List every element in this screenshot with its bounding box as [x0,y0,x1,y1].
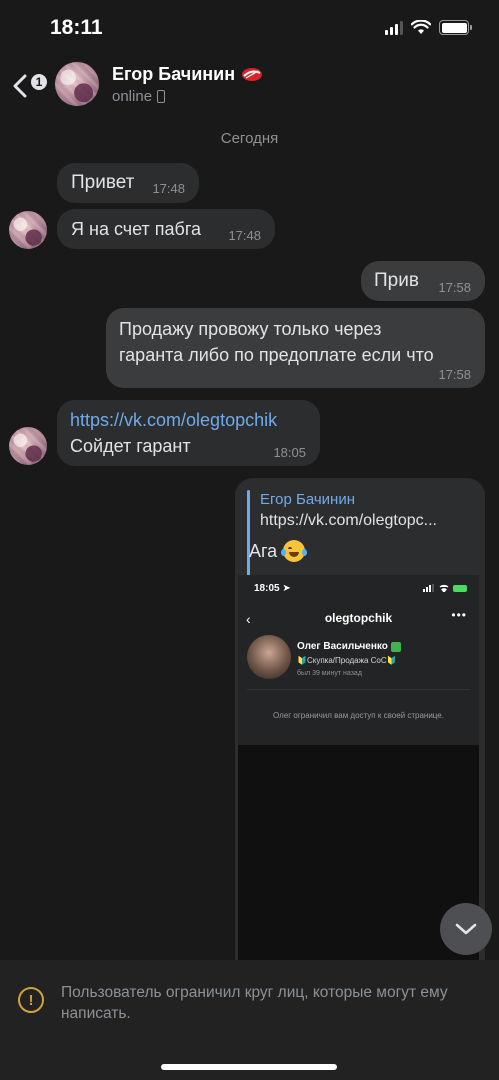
mobile-icon [157,90,166,103]
chevron-left-icon: ‹ [246,611,251,627]
message-text-line: Продажу провожу только через [119,319,382,339]
wifi-icon [411,20,431,34]
warning-icon: ! [18,987,44,1013]
message-text-row: Ага [249,540,308,562]
battery-icon [453,584,467,592]
online-status: online [112,88,166,105]
online-status-text: online [112,88,153,105]
more-icon: ••• [451,608,467,622]
avatar[interactable] [9,211,47,249]
back-button[interactable]: 1 [8,64,49,104]
home-indicator[interactable] [161,1064,337,1070]
avatar[interactable] [55,62,99,106]
signal-icon [423,584,434,592]
reply-quoted-text[interactable]: https://vk.com/olegtopc... [260,512,470,530]
check-icon [390,641,401,652]
avatar[interactable] [9,427,47,465]
laughing-tears-emoji-icon [281,540,308,562]
message-text: Ага [249,540,278,561]
screenshot-time: 18:05 ➤ [254,583,291,594]
message-text: Привет [71,172,135,193]
battery-icon [439,20,472,35]
message-link[interactable]: https://vk.com/olegtopchik [70,407,277,433]
message-bubble[interactable]: Продажу провожу только через гаранта либ… [106,308,485,388]
restriction-notice-bar: ! Пользователь ограничил круг лиц, котор… [0,960,499,1080]
scroll-down-button[interactable] [440,903,492,955]
wifi-icon [439,584,449,592]
message-text: Я на счет пабга [71,219,202,239]
message-bubble-with-photo[interactable]: Егор Бачинин https://vk.com/olegtopc... … [235,478,485,978]
screenshot-last-seen: был 39 минут назад [297,670,362,677]
message-time: 17:58 [438,280,471,295]
screenshot-profile-name: Олег Васильченко [297,641,401,652]
status-icons [385,20,472,35]
message-bubble[interactable]: Привет 17:48 [57,163,199,203]
screenshot-profile-area: 18:05 ➤ olegtopchik ‹ ••• Олег Васильчен… [238,575,479,745]
message-time: 17:48 [152,181,185,196]
screenshot-status-icons [423,584,467,592]
chevron-left-icon [13,74,27,98]
date-separator: Сегодня [220,130,279,147]
chat-header: 1 Егор Бачинин online [0,56,499,114]
chevron-down-icon [455,923,477,935]
reply-quoted-author[interactable]: Егор Бачинин [260,491,355,508]
club-badge-icon [241,67,263,82]
contact-name-text: Егор Бачинин [112,64,236,84]
divider [247,689,470,690]
contact-name[interactable]: Егор Бачинин [112,64,263,85]
message-time: 18:05 [273,445,306,460]
screenshot-restriction-note: Олег ограничил вам доступ к своей страни… [273,711,444,720]
screenshot-empty-area [238,745,479,978]
restriction-notice-text: Пользователь ограничил круг лиц, которые… [61,984,448,1022]
message-bubble[interactable]: https://vk.com/olegtopchik Сойдет гарант… [57,400,320,466]
unread-badge: 1 [29,72,49,92]
message-text: Прив [374,270,419,291]
screenshot-avatar [247,635,291,679]
message-bubble[interactable]: Я на счет пабга 17:48 [57,209,275,249]
message-time: 17:58 [438,367,471,382]
message-time: 17:48 [228,228,261,243]
status-bar: 18:11 [0,0,499,56]
screenshot-username: olegtopchik [324,611,393,625]
screenshot-bio: 🔰Скупка/Продажа CoC🔰 [297,656,397,665]
message-text-line: гаранта либо по предоплате если что [119,345,434,365]
status-time: 18:11 [50,16,103,39]
message-bubble[interactable]: Прив 17:58 [361,261,485,301]
signal-icon [385,20,403,35]
message-text: Сойдет гарант [70,436,191,456]
